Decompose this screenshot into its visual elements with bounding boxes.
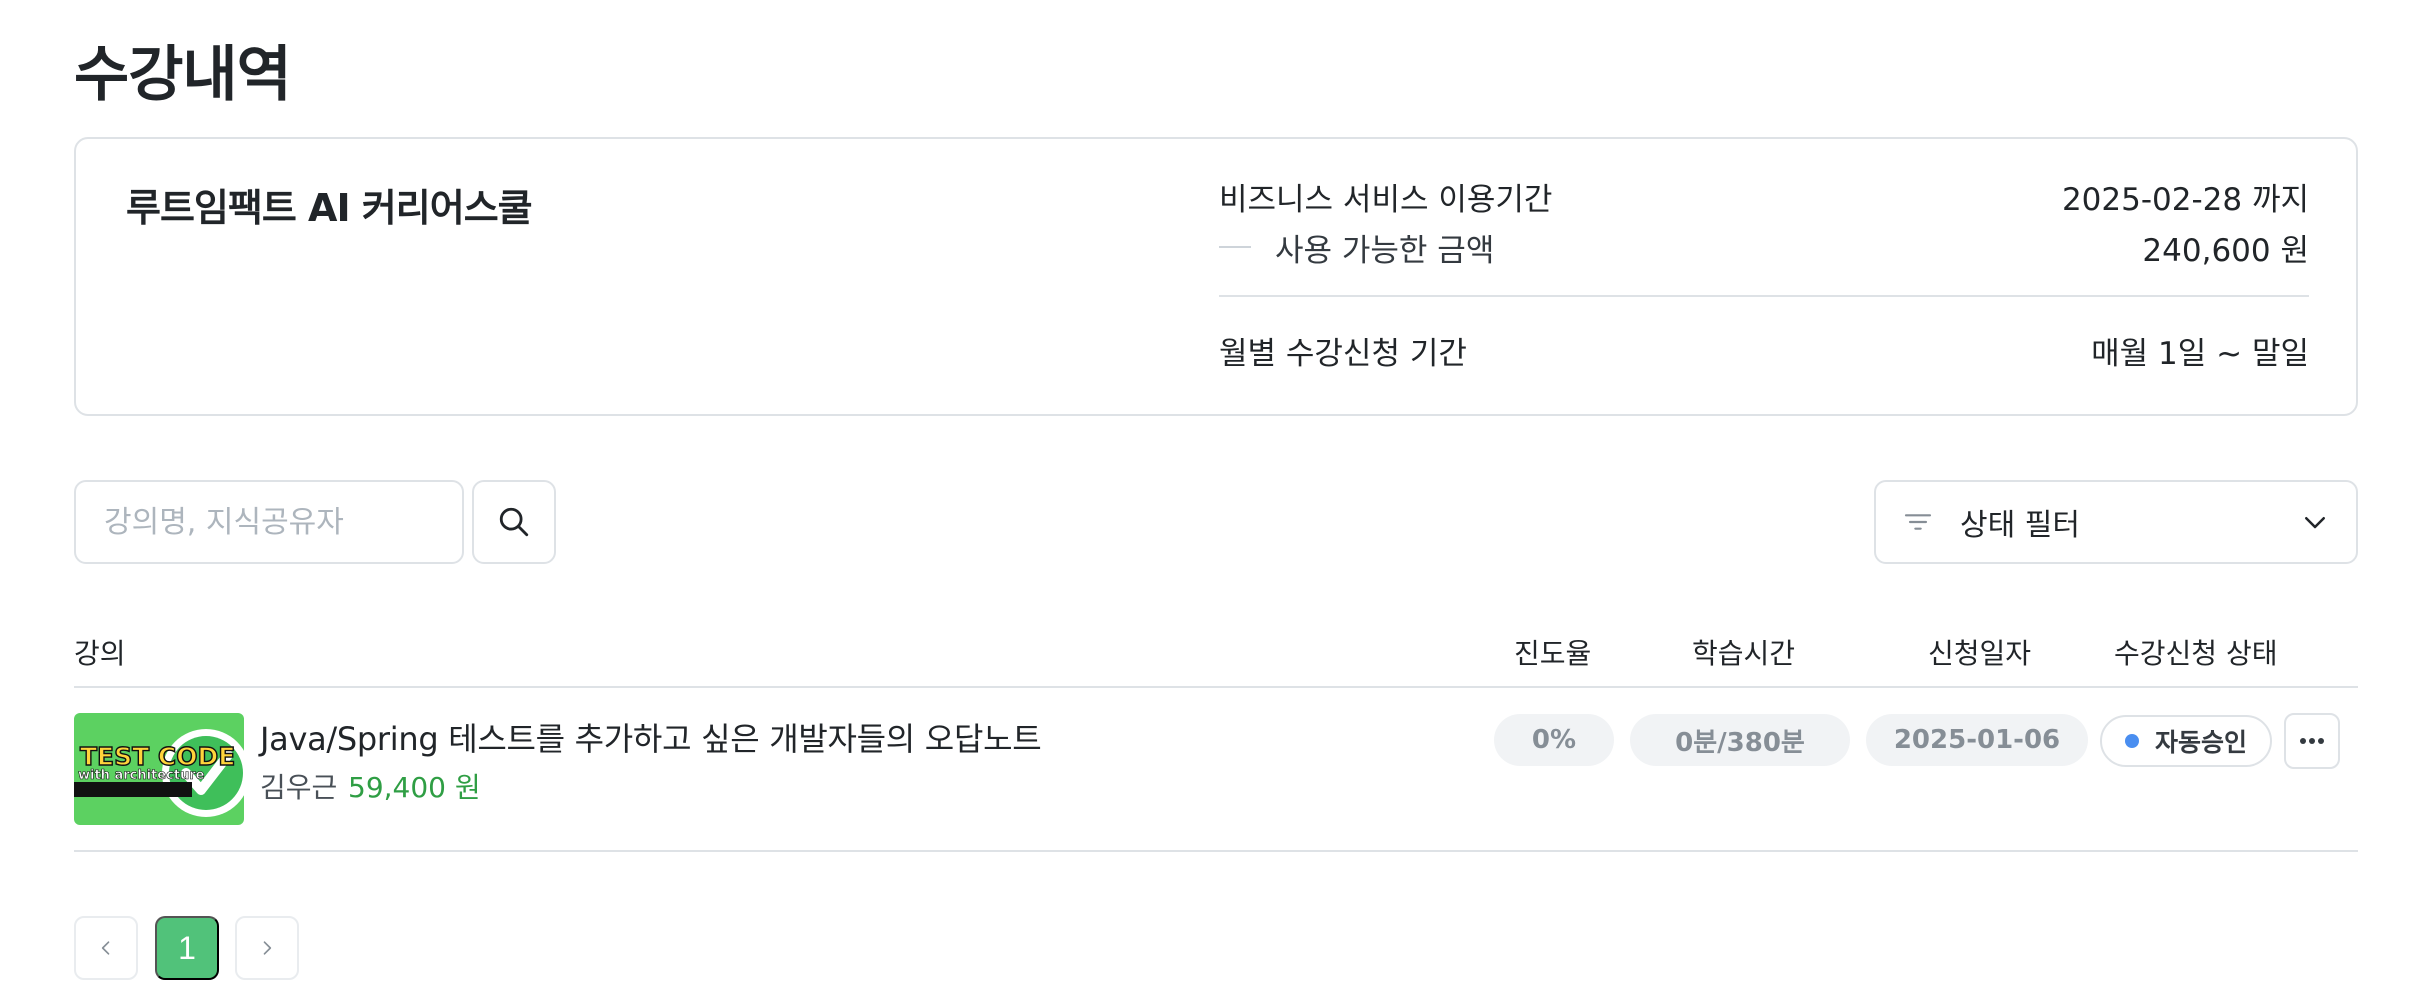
instructor-name: 김우근 xyxy=(260,771,338,804)
table-row[interactable]: TEST CODE with architecture Java/Spring … xyxy=(74,688,2358,852)
header-status: 수강신청 상태 xyxy=(2114,637,2278,670)
header-course: 강의 xyxy=(74,637,126,670)
status-filter-select[interactable]: 상태 필터 xyxy=(1874,480,2358,564)
search-button[interactable] xyxy=(472,480,556,564)
enrollment-period-value: 매월 1일 ~ 말일 xyxy=(2091,335,2309,372)
organization-name: 루트임팩트 AI 커리어스쿨 xyxy=(126,186,533,230)
enrollment-period-row: 월별 수강신청 기간 매월 1일 ~ 말일 xyxy=(1219,315,2309,385)
thumbnail-line2: with architecture xyxy=(78,768,205,783)
page-title: 수강내역 xyxy=(74,40,292,110)
enrollment-period-label: 월별 수강신청 기간 xyxy=(1219,335,1467,372)
service-period-label: 비즈니스 서비스 이용기간 xyxy=(1219,181,1553,218)
filter-icon xyxy=(1904,514,1932,530)
applied-date-badge: 2025-01-06 xyxy=(1866,714,2088,766)
available-amount-value: 240,600 원 xyxy=(2142,232,2309,269)
table-header: 강의 진도율 학습시간 신청일자 수강신청 상태 xyxy=(74,620,2358,688)
dash-divider xyxy=(1219,246,1251,248)
prev-page-button[interactable] xyxy=(74,916,138,980)
more-horizontal-icon xyxy=(2300,738,2324,744)
available-amount-row: 사용 가능한 금액 240,600 원 xyxy=(1219,219,2309,275)
header-applied-date: 신청일자 xyxy=(1928,637,2032,670)
business-info-rows: 비즈니스 서비스 이용기간 2025-02-28 까지 사용 가능한 금액 24… xyxy=(1219,173,2309,385)
chevron-left-icon xyxy=(101,941,110,955)
search-field[interactable] xyxy=(74,480,464,564)
search-icon xyxy=(499,507,529,537)
status-dot-icon xyxy=(2124,734,2139,748)
next-page-button[interactable] xyxy=(235,916,299,980)
header-study-time: 학습시간 xyxy=(1692,637,1796,670)
info-divider xyxy=(1219,295,2309,297)
available-amount-label-wrap: 사용 가능한 금액 xyxy=(1219,225,1494,270)
business-info-card: 루트임팩트 AI 커리어스쿨 비즈니스 서비스 이용기간 2025-02-28 … xyxy=(74,137,2358,416)
more-options-button[interactable] xyxy=(2284,713,2340,769)
page-1-button[interactable]: 1 xyxy=(155,916,219,980)
course-title[interactable]: Java/Spring 테스트를 추가하고 싶은 개발자들의 오답노트 xyxy=(260,714,1042,760)
status-label: 자동승인 xyxy=(2154,728,2247,757)
course-thumbnail[interactable]: TEST CODE with architecture xyxy=(74,713,244,825)
header-progress: 진도율 xyxy=(1514,637,1592,670)
progress-badge: 0% xyxy=(1494,714,1614,766)
study-time-badge: 0분/380분 xyxy=(1630,714,1850,766)
chevron-down-icon xyxy=(2305,517,2325,529)
available-amount-label: 사용 가능한 금액 xyxy=(1275,232,1495,269)
service-period-value: 2025-02-28 까지 xyxy=(2061,181,2309,218)
course-price: 59,400 원 xyxy=(348,771,481,804)
thumbnail-line1: TEST CODE xyxy=(80,742,235,771)
search-input[interactable] xyxy=(76,482,462,562)
service-period-row: 비즈니스 서비스 이용기간 2025-02-28 까지 xyxy=(1219,173,2309,219)
chevron-right-icon xyxy=(263,941,272,955)
status-badge: 자동승인 xyxy=(2100,715,2272,767)
status-filter-label: 상태 필터 xyxy=(1960,508,2080,543)
